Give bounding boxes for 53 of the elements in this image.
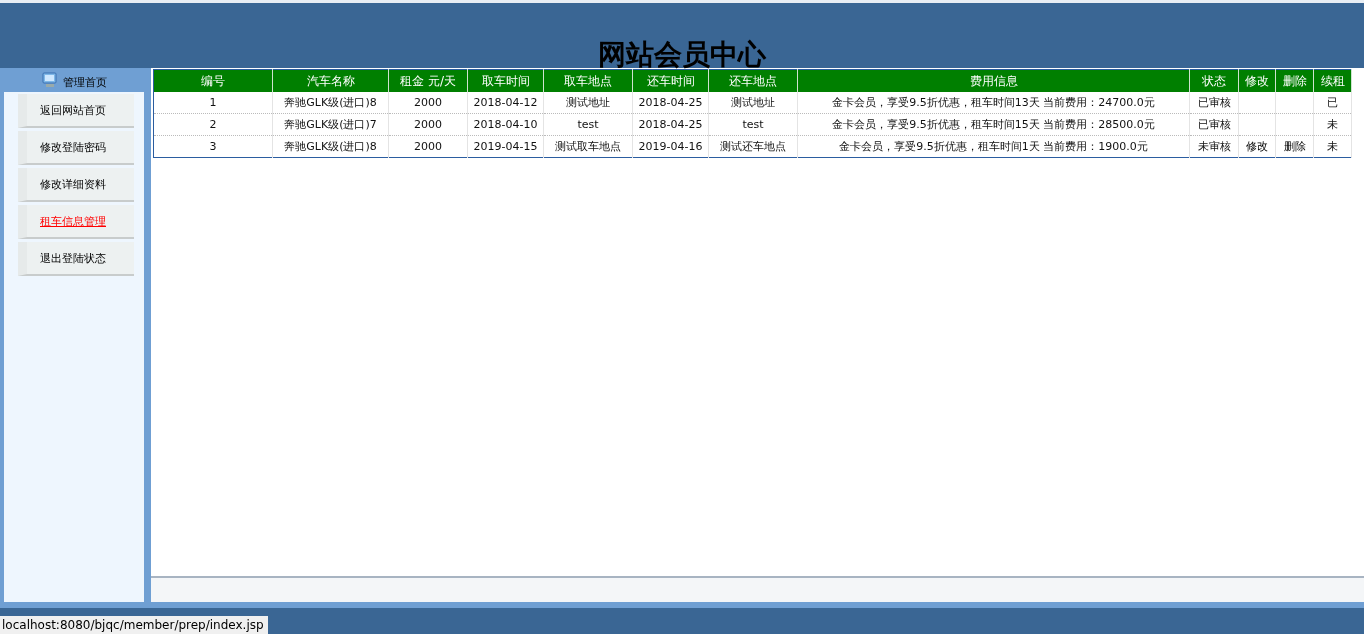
table-cell: 2018-04-25	[632, 113, 709, 136]
column-header: 取车地点	[543, 69, 633, 92]
column-header: 状态	[1189, 69, 1239, 92]
table-cell: 2018-04-12	[467, 92, 544, 114]
table-cell: 已审核	[1189, 92, 1239, 114]
table-cell: 1	[153, 92, 273, 114]
table-cell: 2000	[388, 135, 468, 158]
column-header: 汽车名称	[272, 69, 389, 92]
column-header: 费用信息	[797, 69, 1190, 92]
edit-link[interactable]: 修改	[1246, 140, 1268, 153]
table-cell: 测试还车地点	[708, 135, 798, 158]
table-cell: 奔驰GLK级(进口)8	[272, 92, 389, 114]
table-cell: 2018-04-10	[467, 113, 544, 136]
table-cell: 未	[1313, 113, 1352, 136]
table-cell: 2	[153, 113, 273, 136]
sidebar-link[interactable]: 返回网站首页	[18, 94, 134, 128]
table-cell: 2019-04-15	[467, 135, 544, 158]
sidebar-link[interactable]: 修改登陆密码	[18, 131, 134, 165]
table-cell: 2000	[388, 92, 468, 114]
sidebar-heading: 管理首页	[63, 74, 107, 90]
sidebar-link[interactable]: 修改详细资料	[18, 168, 134, 202]
sidebar-link[interactable]: 退出登陆状态	[18, 242, 134, 276]
column-header: 还车地点	[708, 69, 798, 92]
sidebar-link[interactable]: 租车信息管理	[18, 205, 134, 239]
table-cell: 2000	[388, 113, 468, 136]
computer-icon	[41, 72, 59, 88]
table-cell: 未	[1313, 135, 1352, 158]
column-header: 续租	[1313, 69, 1352, 92]
column-header: 修改	[1238, 69, 1276, 92]
table-cell: 未审核	[1189, 135, 1239, 158]
table-cell: 测试地址	[543, 92, 633, 114]
column-header: 取车时间	[467, 69, 544, 92]
table-cell: 已	[1313, 92, 1352, 114]
column-header: 删除	[1275, 69, 1314, 92]
table-cell: 金卡会员，享受9.5折优惠，租车时间13天 当前费用：24700.0元	[797, 92, 1190, 114]
table-cell: 奔驰GLK级(进口)8	[272, 135, 389, 158]
table-cell: 金卡会员，享受9.5折优惠，租车时间15天 当前费用：28500.0元	[797, 113, 1190, 136]
column-header: 租金 元/天	[388, 69, 468, 92]
status-url: localhost:8080/bjqc/member/prep/index.jsp	[0, 616, 268, 634]
table-cell: 金卡会员，享受9.5折优惠，租车时间1天 当前费用：1900.0元	[797, 135, 1190, 158]
table-cell: 奔驰GLK级(进口)7	[272, 113, 389, 136]
column-header: 还车时间	[632, 69, 709, 92]
table-cell: test	[543, 113, 633, 136]
table-cell: 2018-04-25	[632, 92, 709, 114]
table-cell: 已审核	[1189, 113, 1239, 136]
table-cell: 2019-04-16	[632, 135, 709, 158]
table-cell: 测试地址	[708, 92, 798, 114]
table-cell: test	[708, 113, 798, 136]
column-header: 编号	[153, 69, 273, 92]
page-title: 网站会员中心	[598, 40, 766, 70]
delete-link[interactable]: 删除	[1283, 140, 1306, 153]
table-cell: 测试取车地点	[543, 135, 633, 158]
table-cell: 3	[153, 135, 273, 158]
